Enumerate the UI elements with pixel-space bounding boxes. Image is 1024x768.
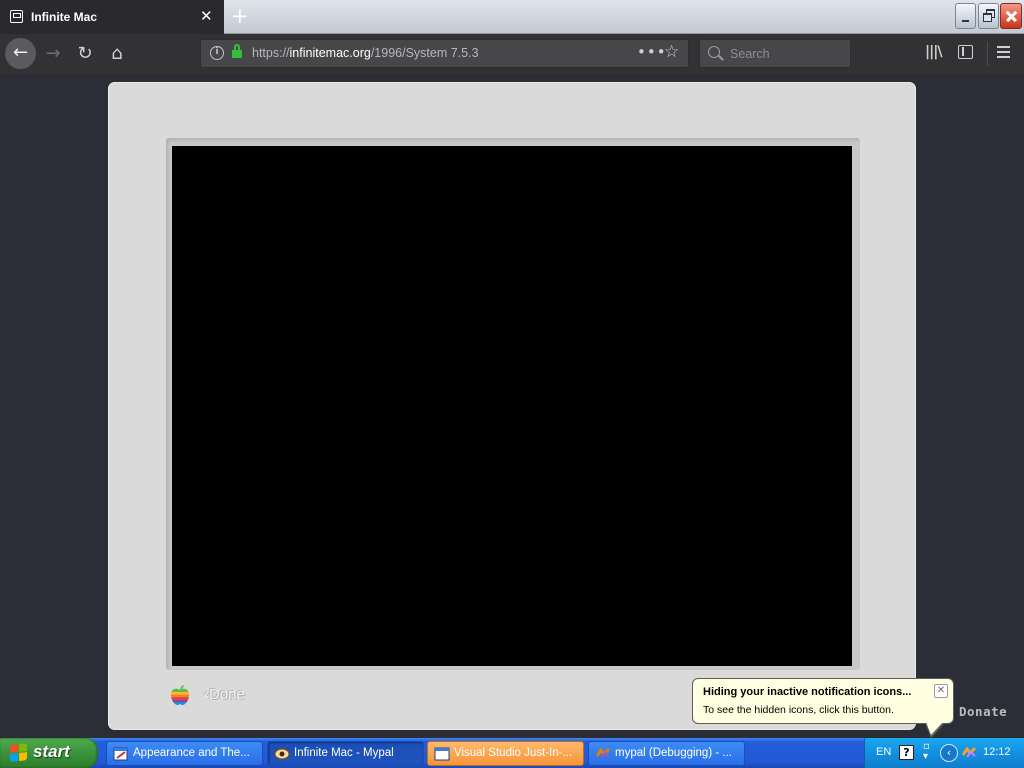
arrow-right-icon: → bbox=[45, 43, 61, 64]
taskbar-item-label: mypal (Debugging) - ... bbox=[615, 747, 732, 759]
tab-infinite-mac[interactable]: Infinite Mac ✕ bbox=[0, 0, 224, 34]
lock-icon[interactable] bbox=[232, 44, 242, 58]
start-button[interactable]: start bbox=[0, 738, 98, 768]
url-path: /1996/System 7.5.3 bbox=[370, 46, 479, 60]
search-icon bbox=[708, 46, 720, 58]
clock[interactable]: 12:12 bbox=[983, 746, 1011, 758]
language-indicator[interactable]: EN bbox=[876, 746, 891, 758]
rainbow-apple-logo-icon bbox=[171, 685, 189, 706]
start-label: start bbox=[33, 742, 70, 761]
control-panel-icon bbox=[113, 747, 128, 761]
restore-window-button[interactable] bbox=[978, 3, 999, 29]
taskbar-item-appearance[interactable]: Appearance and The... bbox=[106, 741, 263, 766]
taskbar-item-label: Visual Studio Just-In-... bbox=[454, 747, 573, 759]
site-info-icon[interactable]: i bbox=[210, 46, 224, 60]
home-icon: ⌂ bbox=[111, 43, 123, 64]
balloon-close-icon[interactable]: ✕ bbox=[934, 684, 948, 698]
show-hidden-icons-button[interactable]: ‹ bbox=[940, 744, 958, 762]
done-label: Done bbox=[209, 686, 245, 703]
visual-studio-tray-icon[interactable] bbox=[961, 745, 977, 761]
windows-flag-icon bbox=[10, 743, 28, 763]
taskbar-item-infinite-mac[interactable]: Infinite Mac - Mypal bbox=[267, 741, 424, 766]
dialog-window-icon bbox=[434, 747, 450, 761]
page-content: ‹Done Donate bbox=[0, 74, 1024, 738]
emulator-screen[interactable] bbox=[172, 146, 852, 666]
search-box[interactable] bbox=[699, 39, 851, 68]
taskbar: start Appearance and The... Infinite Mac… bbox=[0, 738, 1024, 768]
address-bar[interactable]: i https://infinitemac.org/1996/System 7.… bbox=[200, 39, 689, 68]
library-icon[interactable]: |||\ bbox=[925, 44, 942, 60]
taskbar-item-label: Infinite Mac - Mypal bbox=[294, 747, 394, 759]
page-actions-icon[interactable]: ••• bbox=[637, 43, 667, 61]
tab-title: Infinite Mac bbox=[31, 10, 98, 24]
network-icon[interactable]: ▫ ▾ bbox=[923, 742, 935, 762]
reload-icon: ↻ bbox=[77, 43, 93, 64]
search-input[interactable] bbox=[730, 44, 845, 63]
minimize-window-button[interactable] bbox=[955, 3, 976, 29]
taskbar-item-mypal-debugging[interactable]: mypal (Debugging) - ... bbox=[588, 741, 745, 766]
url-domain: infinitemac.org bbox=[289, 46, 371, 60]
monitor-bezel: ‹Done bbox=[108, 82, 916, 730]
navigation-toolbar: ← → ↻ ⌂ i https://infinitemac.org/1996/S… bbox=[0, 34, 1024, 74]
help-icon[interactable]: ? bbox=[899, 745, 914, 760]
hamburger-menu-icon[interactable] bbox=[997, 46, 1010, 58]
close-tab-icon[interactable]: ✕ bbox=[200, 8, 213, 24]
url-prefix: https:// bbox=[252, 46, 290, 60]
home-button[interactable]: ⌂ bbox=[105, 42, 129, 66]
url-text[interactable]: https://infinitemac.org/1996/System 7.5.… bbox=[252, 46, 479, 60]
back-button[interactable]: ← bbox=[5, 38, 36, 69]
arrow-left-icon: ← bbox=[12, 42, 29, 63]
taskbar-item-visual-studio[interactable]: Visual Studio Just-In-... bbox=[427, 741, 584, 766]
new-tab-icon[interactable]: + bbox=[231, 4, 249, 28]
taskbar-item-label: Appearance and The... bbox=[133, 747, 250, 759]
forward-button[interactable]: → bbox=[41, 42, 65, 66]
page-favicon-icon bbox=[10, 10, 23, 23]
visual-studio-icon bbox=[595, 747, 611, 759]
close-window-button[interactable] bbox=[1000, 3, 1022, 29]
sidebar-toggle-icon[interactable] bbox=[958, 45, 973, 59]
balloon-body: To see the hidden icons, click this butt… bbox=[703, 704, 894, 716]
toolbar-divider bbox=[987, 42, 988, 66]
screen-well bbox=[166, 138, 860, 670]
notification-balloon[interactable]: Hiding your inactive notification icons.… bbox=[692, 678, 954, 738]
system-tray: EN ? ▫ ▾ ‹ 12:12 bbox=[864, 738, 1024, 768]
tab-strip: Infinite Mac ✕ + bbox=[0, 0, 1024, 34]
mypal-browser-icon bbox=[274, 748, 290, 760]
donate-link[interactable]: Donate bbox=[959, 704, 1007, 719]
balloon-title: Hiding your inactive notification icons.… bbox=[703, 686, 912, 698]
bookmark-star-icon[interactable]: ☆ bbox=[664, 42, 679, 62]
done-button[interactable]: ‹Done bbox=[204, 686, 245, 703]
reload-button[interactable]: ↻ bbox=[73, 42, 97, 66]
balloon-tail bbox=[925, 722, 945, 738]
